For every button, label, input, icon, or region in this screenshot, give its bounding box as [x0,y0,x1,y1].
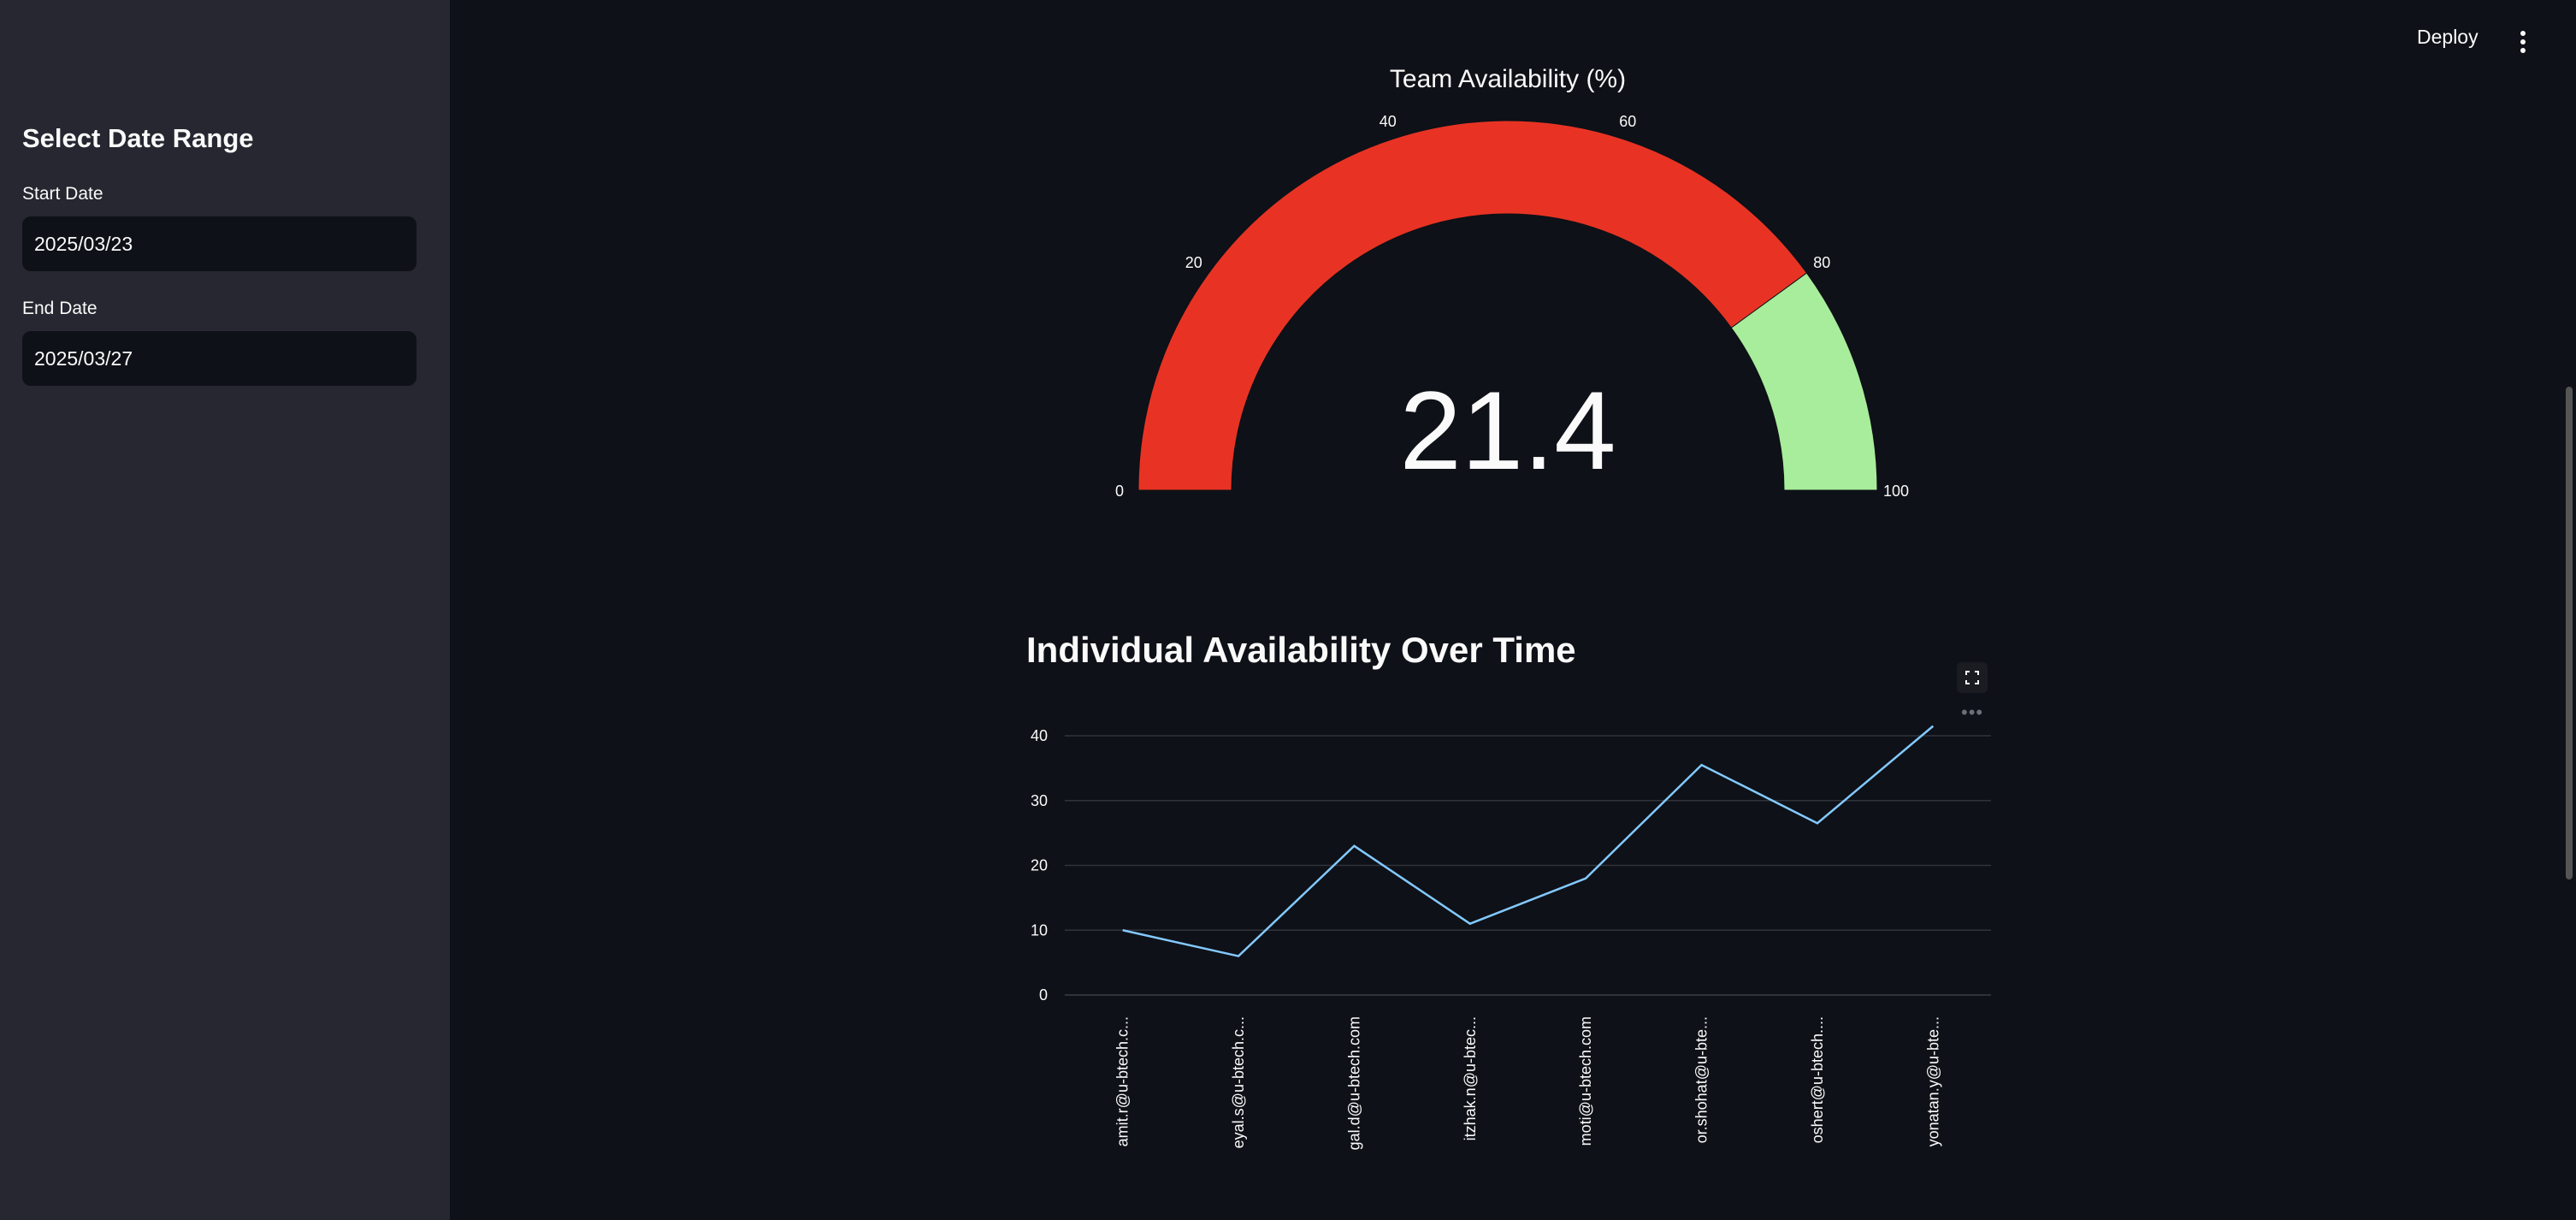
sidebar-title: Select Date Range [22,123,254,153]
gauge-tick-label: 100 [1883,483,1909,500]
gauge-tick-label: 20 [1185,254,1202,271]
gauge-chart: Team Availability (%) 0 20 40 60 80 100 21.4 [1115,65,1909,500]
data-point[interactable] [1699,762,1705,767]
fullscreen-button[interactable] [1957,662,1988,693]
gauge-tick-label: 80 [1813,254,1830,271]
scrollbar-thumb[interactable] [2566,387,2573,879]
end-date-input[interactable] [22,331,417,386]
x-tick-label: oshert@u-btech.... [1809,1016,1826,1143]
data-point[interactable] [1468,921,1473,927]
series-line [1122,725,1935,957]
main-menu-button[interactable] [2513,26,2533,60]
line-chart: 0 10 20 30 40 amit.r@u-btech.c... eyal.s@u-bte… [1031,724,1991,1150]
gauge-tick-label: 0 [1115,483,1124,500]
data-point[interactable] [1236,954,1241,959]
x-tick-label: gal.d@u-btech.com [1345,1016,1362,1150]
gauge-value: 21.4 [1399,368,1616,493]
start-date-input[interactable] [22,216,417,271]
vertical-dots-icon [2520,31,2526,53]
gauge-title: Team Availability (%) [1390,65,1626,93]
gauge-tick-label: 40 [1380,113,1397,130]
page-scrollbar[interactable] [2562,0,2576,1220]
end-date-label: End Date [22,299,97,318]
data-point[interactable] [1930,724,1935,729]
gauge-tick-label: 60 [1619,113,1636,130]
x-tick-label: eyal.s@u-btech.c... [1230,1016,1247,1148]
sidebar: Select Date Range Start Date End Date [0,0,450,1220]
expand-icon [1965,671,1979,684]
x-tick-label: itzhak.n@u-btec... [1462,1016,1479,1140]
y-tick-label: 40 [1031,727,1048,744]
start-date-label: Start Date [22,184,103,204]
x-tick-label: yonatan.y@u-bte... [1924,1016,1941,1146]
y-tick-label: 30 [1031,792,1048,809]
y-tick-label: 0 [1039,986,1048,1004]
x-tick-label: or.shohat@u-bte... [1693,1016,1710,1143]
x-tick-label: amit.r@u-btech.c... [1114,1016,1131,1146]
data-point[interactable] [1351,844,1356,849]
data-point[interactable] [1583,876,1588,881]
line-chart-title: Individual Availability Over Time [1026,630,1576,670]
y-tick-label: 10 [1031,921,1048,939]
x-tick-label: moti@u-btech.com [1577,1016,1594,1146]
y-tick-label: 20 [1031,857,1048,874]
data-point[interactable] [1120,927,1126,933]
deploy-button[interactable]: Deploy [2417,26,2479,49]
app-root: Select Date Range Start Date End Date De… [0,0,2576,1220]
data-point[interactable] [1815,820,1820,826]
